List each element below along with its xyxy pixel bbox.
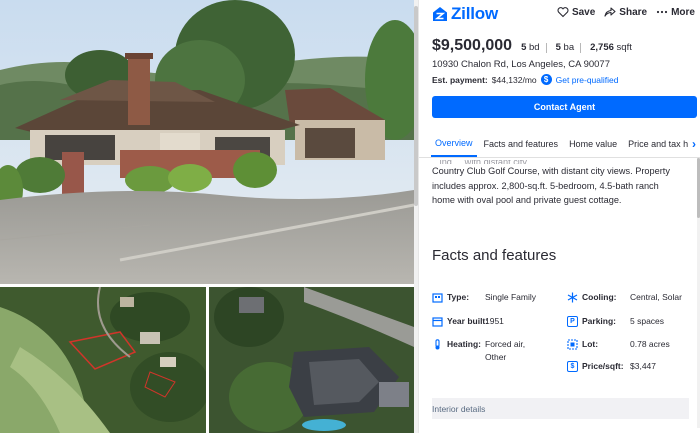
tabs-chevron-right-icon[interactable]: › xyxy=(688,130,700,157)
share-button[interactable]: Share xyxy=(604,6,647,18)
fact-value: Single Family xyxy=(485,292,537,302)
est-payment-value: $44,132/mo xyxy=(491,74,537,85)
fact-value-line: Other xyxy=(485,352,507,362)
listing-description: ...ing ... with distant city ... Country… xyxy=(432,160,694,208)
baths-stat: 5 ba xyxy=(556,43,582,53)
tab-overview[interactable]: Overview xyxy=(431,130,477,157)
sqft-value: 2,756 xyxy=(590,42,614,53)
price-row: $9,500,000 5 bd 5 ba 2,756 sqft xyxy=(432,37,638,55)
fact-value: $3,447 xyxy=(630,361,656,371)
parking-icon: P xyxy=(567,316,578,327)
fact-label: Lot: xyxy=(582,339,599,349)
fact-label: Heating: xyxy=(447,339,481,349)
fact-price-per-sqft: $ Price/sqft: $3,447 xyxy=(567,361,656,372)
beds-stat: 5 bd xyxy=(521,43,547,53)
listing-address: 10930 Chalon Rd, Los Angeles, CA 90077 xyxy=(432,59,610,70)
dollar-icon: $ xyxy=(540,74,552,85)
fact-parking: P Parking: 5 spaces xyxy=(567,316,664,327)
fact-label: Year built: xyxy=(447,316,489,326)
snowflake-icon xyxy=(567,292,578,303)
baths-value: 5 xyxy=(555,42,561,53)
fact-label: Type: xyxy=(447,292,470,302)
detail-tabs: Overview Facts and features Home value P… xyxy=(419,130,700,158)
heart-icon xyxy=(557,7,569,18)
fact-value: 0.78 acres xyxy=(630,339,670,349)
fact-value: Forced air, Other xyxy=(485,339,525,363)
description-line: includes approx. 2,800-sq.ft. 5-bedroom,… xyxy=(432,180,659,191)
zillow-logo[interactable]: Zillow xyxy=(432,4,498,24)
description-line: Country Club Golf Course, with distant c… xyxy=(432,166,670,176)
beds-value: 5 xyxy=(521,42,527,53)
est-payment-label: Est. payment: xyxy=(432,74,488,85)
thermometer-icon xyxy=(435,339,440,350)
brand-name: Zillow xyxy=(451,4,498,23)
fact-cooling: Cooling: Central, Solar xyxy=(567,292,682,303)
contact-agent-button[interactable]: Contact Agent xyxy=(432,96,697,118)
photo-gallery xyxy=(0,0,418,433)
top-bar: Zillow Save Share More xyxy=(419,0,700,28)
calendar-icon xyxy=(432,317,443,327)
fact-type: Type: Single Family xyxy=(432,292,536,303)
aerial-photo-golf-course[interactable] xyxy=(0,287,206,433)
zillow-house-icon xyxy=(433,7,447,21)
tab-home-value[interactable]: Home value xyxy=(565,130,621,157)
beds-unit: bd xyxy=(529,42,540,53)
more-button[interactable]: More xyxy=(656,6,695,18)
fact-value-line: Forced air, xyxy=(485,339,526,349)
save-label: Save xyxy=(571,6,596,18)
listing-panel: Zillow Save Share More $9,500,000 5 bd 5… xyxy=(418,0,700,433)
est-payment-row: Est. payment: $44,132/mo $ Get pre-quali… xyxy=(432,74,619,85)
fact-lot: Lot: 0.78 acres xyxy=(567,339,670,350)
facts-section-title: Facts and features xyxy=(432,247,557,264)
fact-label: Price/sqft: xyxy=(582,361,624,371)
more-icon xyxy=(656,10,668,14)
fact-value: Central, Solar xyxy=(630,292,682,302)
header-actions: Save Share More xyxy=(557,6,695,18)
building-icon xyxy=(432,293,443,303)
interior-details-label: Interior details xyxy=(432,403,486,414)
fact-label: Parking: xyxy=(582,316,617,326)
tab-facts-and-features[interactable]: Facts and features xyxy=(480,130,563,157)
aerial-photo-house-pool[interactable] xyxy=(209,287,414,433)
listing-price: $9,500,000 xyxy=(432,37,513,54)
share-label: Share xyxy=(619,6,648,18)
lot-icon xyxy=(567,339,578,350)
fact-heating: Heating: Forced air, Other xyxy=(432,339,525,362)
get-prequalified-link[interactable]: Get pre-qualified xyxy=(556,75,619,85)
baths-unit: ba xyxy=(563,42,575,53)
sqft-stat: 2,756 sqft xyxy=(590,43,638,53)
sqft-unit: sqft xyxy=(616,42,632,53)
share-icon xyxy=(604,7,616,17)
fact-value: 1951 xyxy=(485,316,504,326)
main-house-photo[interactable] xyxy=(0,0,414,284)
fact-label: Cooling: xyxy=(582,292,617,302)
fact-value: 5 spaces xyxy=(630,316,665,326)
interior-details-header[interactable]: Interior details xyxy=(432,398,689,419)
more-label: More xyxy=(671,6,695,18)
save-button[interactable]: Save xyxy=(557,6,595,18)
price-tag-icon: $ xyxy=(567,361,578,372)
fact-year-built: Year built: 1951 xyxy=(432,316,504,327)
description-line: home with oval pool and private guest co… xyxy=(432,195,622,205)
